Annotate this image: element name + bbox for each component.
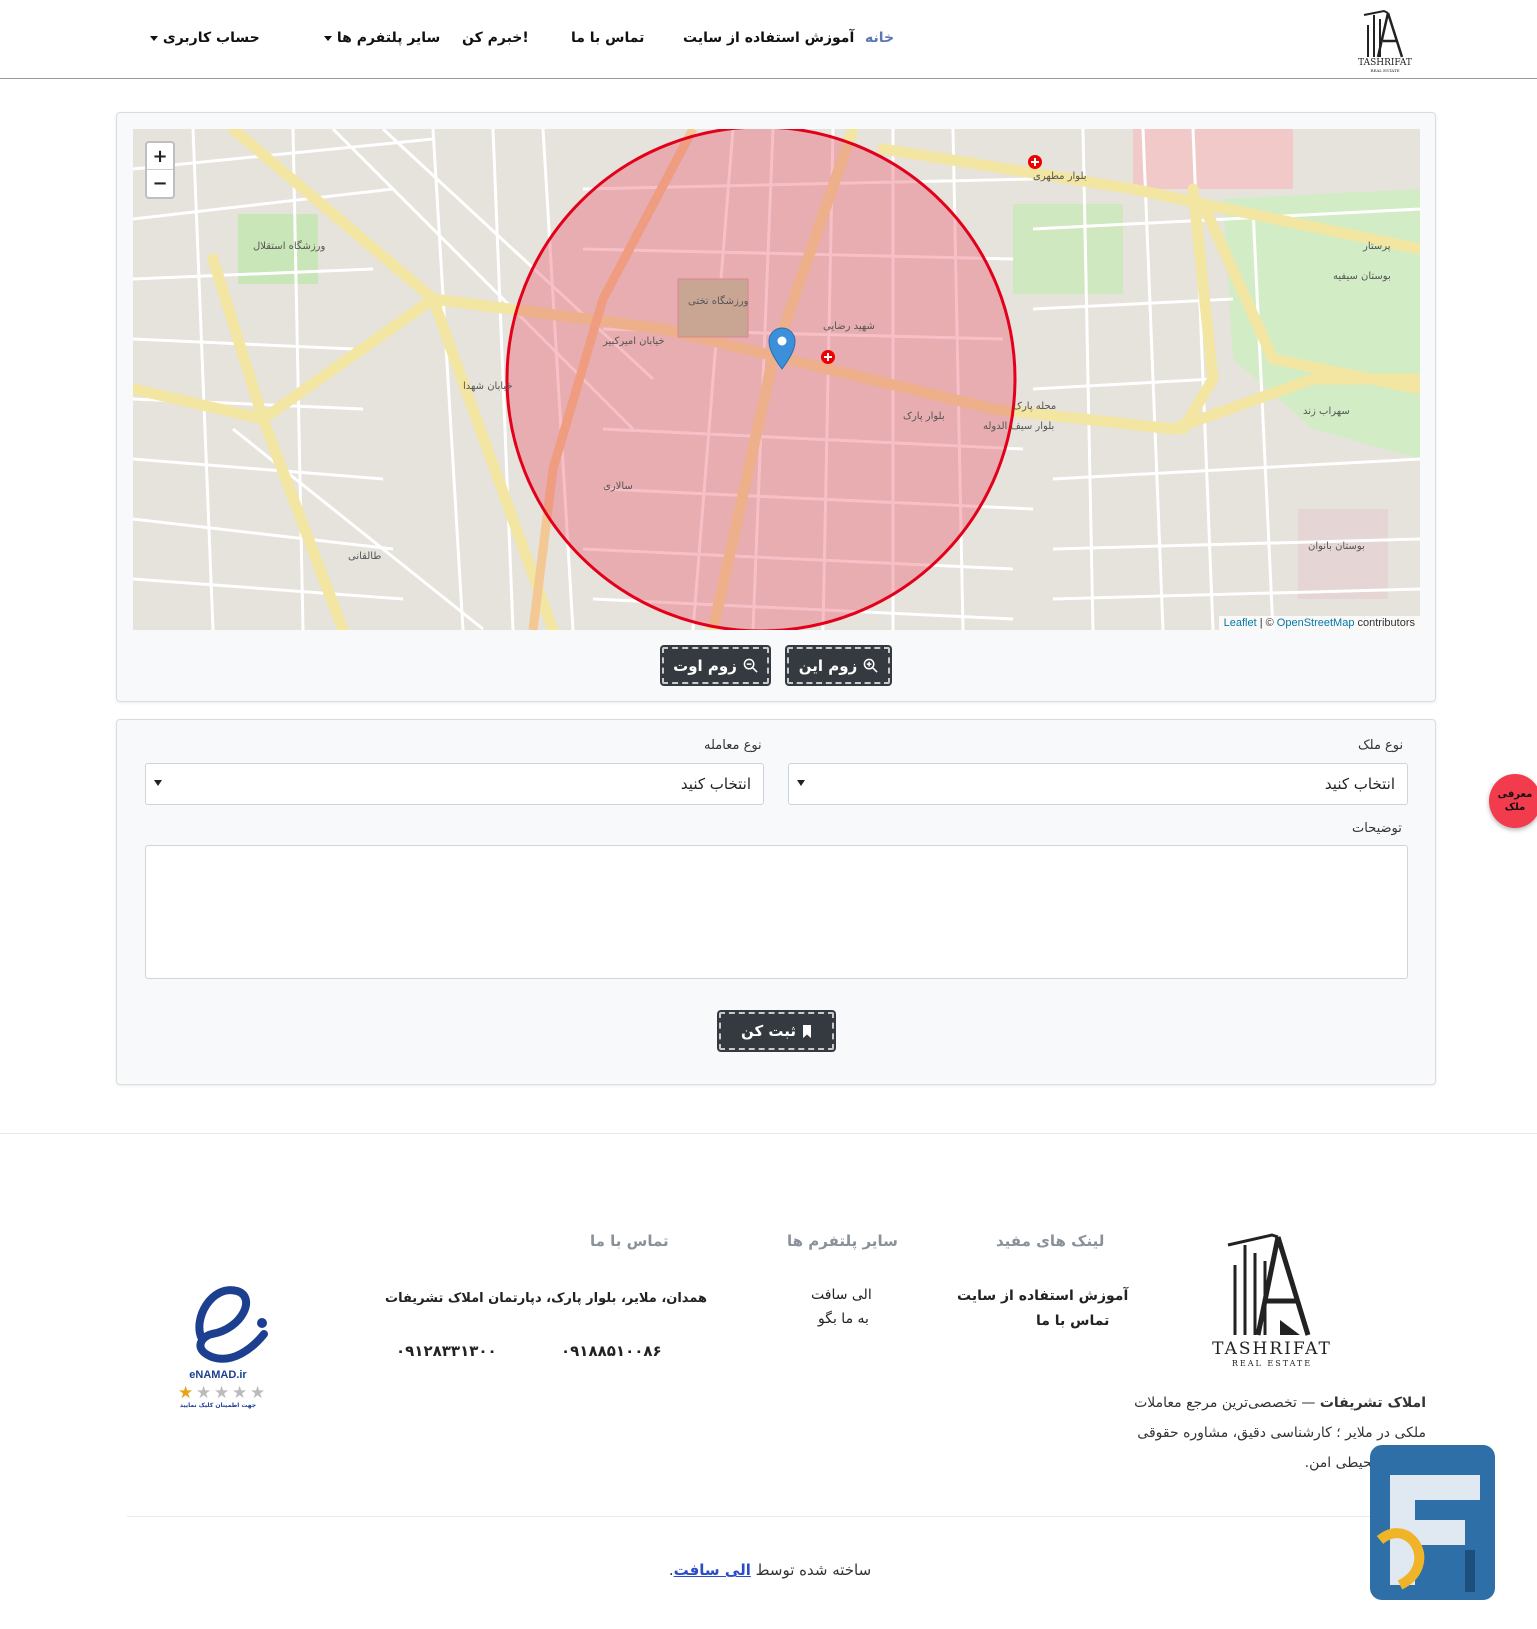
nav-platforms-dropdown[interactable]: سایر پلتفرم ها [319, 30, 440, 46]
map-label: بوستان سیفیه [1333, 271, 1391, 282]
footer-credit: ساخته شده توسط الی سافت. [668, 1561, 872, 1579]
nav-inform[interactable]: خبرم کن! [462, 30, 529, 46]
property-type-label: نوع ملک [1358, 738, 1404, 753]
footer-platform-elisoft[interactable]: الی سافت [811, 1287, 872, 1303]
caret-down-icon [324, 35, 332, 41]
map-label: بلوار پارک [903, 411, 945, 422]
map-zoom-in-button[interactable]: + [147, 143, 173, 170]
map-label: خیابان شهدا [463, 381, 513, 392]
property-type-select[interactable]: انتخاب کنید [788, 763, 1408, 805]
map-zoom-control: + − [145, 141, 175, 199]
map-label: سهراب زند [1303, 406, 1350, 417]
footer-phone-1[interactable]: ۰۹۱۸۸۵۱۰۰۸۶ [561, 1342, 662, 1360]
nav-account-dropdown[interactable]: حساب کاربری [145, 30, 260, 46]
map-label: سالاری [603, 481, 633, 492]
svg-text:TASHRIFAT: TASHRIFAT [1212, 1339, 1332, 1359]
platforms-title: سایر پلتفرم ها [787, 1232, 898, 1250]
footer-link-contact[interactable]: تماس با ما [1036, 1313, 1109, 1329]
svg-text:REAL ESTATE: REAL ESTATE [1370, 68, 1399, 73]
useful-links-title: لینک های مفید [996, 1232, 1105, 1250]
park-area [1013, 204, 1123, 294]
description-textarea[interactable] [145, 845, 1408, 979]
map-label: بلوار سیف الدوله [983, 421, 1054, 432]
leaflet-link[interactable]: Leaflet [1224, 617, 1257, 629]
map-label: ورزشگاه تختی [688, 295, 749, 307]
map-label: طالقانی [348, 551, 381, 562]
enamad-badge[interactable]: eNAMAD.ir ★ ★ ★ ★ ★ جهت اطمینان کلیک نما… [172, 1279, 282, 1409]
deal-type-label: نوع معامله [704, 738, 762, 753]
map-view[interactable]: بلوار مطهری بلوار سیف الدوله خیابان امیر… [133, 129, 1420, 630]
star-icon: ★ [178, 1383, 193, 1403]
footer-address: همدان، ملایر، بلوار پارک، دپارتمان املاک… [385, 1291, 708, 1306]
elisoft-watermark-logo [1370, 1445, 1495, 1600]
svg-text:TASHRIFAT: TASHRIFAT [1358, 58, 1412, 68]
contact-title: تماس با ما [590, 1232, 669, 1250]
chevron-down-icon [797, 780, 805, 786]
map-label: ورزشگاه استقلال [253, 240, 325, 252]
svg-text:جهت اطمینان کلیک نمایید: جهت اطمینان کلیک نمایید [180, 1402, 256, 1409]
star-icon: ★ [232, 1383, 247, 1403]
map-zoom-out-button[interactable]: − [147, 170, 173, 197]
nav-contact[interactable]: تماس با ما [571, 30, 644, 46]
footer-logo: TASHRIFAT REAL ESTATE [1212, 1233, 1332, 1368]
introduce-property-fab[interactable]: معرفی ملک [1489, 774, 1537, 828]
zoom-out-icon [743, 658, 758, 673]
top-navbar: TASHRIFAT REAL ESTATE خانه آموزش استفاده… [0, 0, 1537, 79]
star-icon: ★ [250, 1383, 265, 1403]
zoom-in-button[interactable]: زوم این [787, 647, 890, 684]
landuse-area [1133, 129, 1293, 189]
map-label: بلوار مطهری [1033, 171, 1087, 182]
star-icon: ★ [196, 1383, 211, 1403]
map-label: پرستار [1362, 241, 1391, 252]
footer-phone-2[interactable]: ۰۹۱۲۸۳۳۱۳۰۰ [396, 1342, 497, 1360]
bookmark-icon [803, 1024, 812, 1038]
zoom-in-icon [863, 658, 878, 673]
map-label: خیابان امیرکبیر [602, 336, 665, 347]
footer-bottom-divider [127, 1516, 1410, 1517]
nav-tutorial[interactable]: آموزش استفاده از سایت [683, 30, 854, 46]
search-radius-circle[interactable] [505, 129, 1017, 630]
caret-down-icon [150, 35, 158, 41]
park-area [1298, 509, 1388, 599]
brand-logo[interactable]: TASHRIFAT REAL ESTATE [1350, 5, 1420, 73]
footer-divider [0, 1133, 1537, 1134]
deal-type-select[interactable]: انتخاب کنید [145, 763, 764, 805]
star-icon: ★ [214, 1383, 229, 1403]
zoom-out-button[interactable]: زوم اوت [662, 647, 769, 684]
footer-link-tutorial[interactable]: آموزش استفاده از سایت [957, 1288, 1128, 1304]
footer-platform-tellus[interactable]: به ما بگو [818, 1311, 869, 1327]
svg-text:REAL ESTATE: REAL ESTATE [1232, 1359, 1312, 1368]
osm-link[interactable]: OpenStreetMap [1277, 617, 1355, 629]
map-tiles[interactable]: بلوار مطهری بلوار سیف الدوله خیابان امیر… [133, 129, 1420, 630]
svg-text:eNAMAD.ir: eNAMAD.ir [189, 1369, 247, 1381]
nav-home[interactable]: خانه [865, 30, 894, 46]
map-label: شهید رضایی [823, 321, 875, 332]
submit-button[interactable]: ثبت کن [719, 1012, 834, 1050]
map-label: محله پارک [1013, 401, 1056, 412]
description-label: توضیحات [1352, 821, 1402, 836]
credit-link[interactable]: الی سافت [674, 1561, 751, 1579]
chevron-down-icon [154, 780, 162, 786]
map-label: بوستان بانوان [1308, 541, 1365, 552]
map-attribution: Leaflet | © OpenStreetMap contributors [1218, 616, 1420, 630]
